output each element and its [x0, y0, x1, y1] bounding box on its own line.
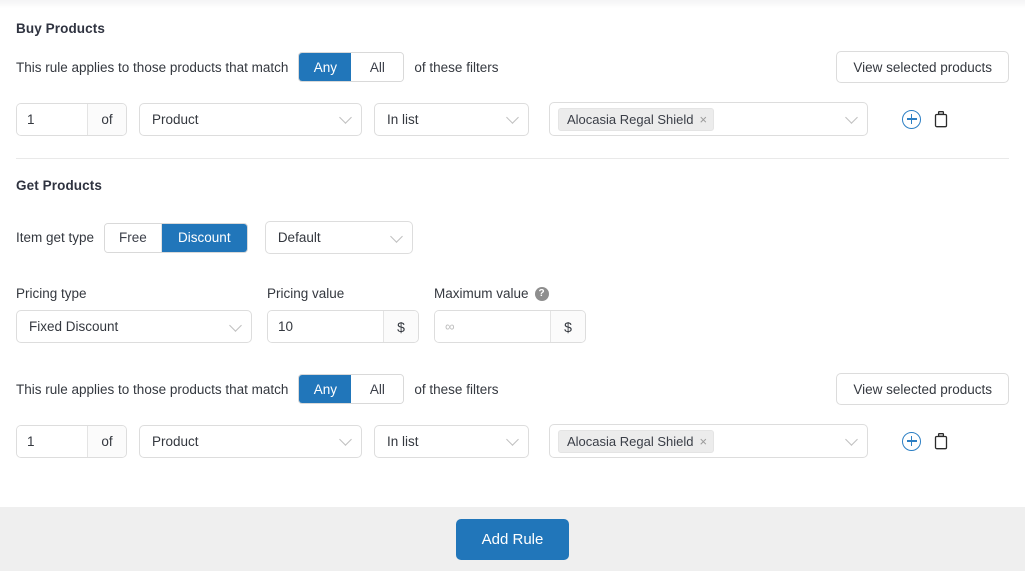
get-entity-select[interactable]: Product [139, 424, 362, 458]
get-products-heading: Get Products [16, 178, 102, 193]
item-get-type-free[interactable]: Free [105, 223, 161, 252]
buy-view-selected-products-button[interactable]: View selected products [836, 51, 1009, 83]
add-rule-button[interactable]: Add Rule [455, 518, 570, 560]
item-get-type-toggle[interactable]: Free Discount [104, 222, 248, 253]
pricing-value-currency-suffix: $ [383, 311, 418, 342]
chevron-down-icon [845, 433, 858, 446]
pricing-type-select-value: Fixed Discount [29, 319, 119, 334]
get-product-tag-label: Alocasia Regal Shield [567, 433, 694, 449]
buy-match-bar: This rule applies to those products that… [16, 51, 1009, 83]
item-get-type-label: Item get type [16, 230, 95, 245]
get-match-toggle-any[interactable]: Any [299, 375, 352, 403]
buy-product-tag-label: Alocasia Regal Shield [567, 111, 694, 127]
chevron-down-icon [845, 111, 858, 124]
maximum-value-currency-suffix: $ [550, 311, 585, 342]
get-entity-select-value: Product [152, 433, 199, 449]
get-match-prefix-label: This rule applies to those products that… [16, 381, 289, 397]
buy-match-row: This rule applies to those products that… [16, 52, 498, 82]
pricing-value-label: Pricing value [267, 286, 345, 301]
pricing-value-input[interactable] [268, 311, 383, 342]
pricing-type-field: Pricing type Fixed Discount [16, 286, 252, 343]
pricing-type-label: Pricing type [16, 286, 87, 301]
get-match-bar: This rule applies to those products that… [16, 373, 1009, 405]
buy-entity-select[interactable]: Product [139, 102, 362, 136]
chevron-down-icon [339, 111, 352, 124]
buy-match-toggle[interactable]: Any All [298, 52, 405, 82]
pricing-value-group[interactable]: $ [267, 310, 419, 343]
maximum-value-label: Maximum value [434, 286, 529, 301]
get-match-toggle-all[interactable]: All [351, 375, 404, 403]
buy-quantity-input[interactable] [17, 103, 87, 135]
pricing-fields-row: Pricing type Fixed Discount Pricing valu… [16, 286, 1009, 343]
maximum-value-group[interactable]: $ [434, 310, 586, 343]
buy-operator-select-value: In list [387, 111, 419, 127]
item-get-type-row: Item get type Free Discount Default [16, 221, 1009, 254]
get-products-section: Get Products Item get type Free Discount… [0, 178, 1025, 458]
footer-bar: Add Rule [0, 507, 1025, 571]
get-mode-select-value: Default [277, 230, 321, 245]
get-match-row: This rule applies to those products that… [16, 374, 498, 404]
buy-filter-row: of Product In list Alocasia Regal Shield… [16, 102, 1009, 136]
get-add-filter-icon[interactable] [902, 431, 921, 451]
item-get-type-discount[interactable]: Discount [160, 223, 247, 252]
buy-match-toggle-any[interactable]: Any [299, 53, 352, 81]
buy-delete-filter-icon[interactable] [933, 110, 949, 128]
buy-quantity-of-label: of [87, 103, 126, 135]
section-divider [16, 158, 1009, 159]
chevron-down-icon [229, 318, 242, 332]
get-delete-filter-icon[interactable] [933, 432, 949, 450]
pricing-type-select[interactable]: Fixed Discount [16, 310, 252, 343]
get-match-toggle[interactable]: Any All [298, 374, 405, 404]
buy-match-suffix-label: of these filters [414, 59, 499, 75]
buy-product-tags-select[interactable]: Alocasia Regal Shield × [549, 102, 868, 136]
buy-match-toggle-all[interactable]: All [351, 53, 404, 81]
buy-operator-select[interactable]: In list [374, 102, 529, 136]
buy-match-prefix-label: This rule applies to those products that… [16, 59, 289, 75]
get-product-tag-chip[interactable]: Alocasia Regal Shield × [558, 429, 715, 453]
get-quantity-of-label: of [87, 425, 126, 457]
maximum-value-field: Maximum value ? $ [434, 286, 586, 343]
buy-quantity-group[interactable]: of [16, 102, 127, 136]
get-product-tag-remove-icon[interactable]: × [699, 435, 707, 448]
get-operator-select[interactable]: In list [374, 424, 529, 458]
buy-add-filter-icon[interactable] [902, 109, 921, 129]
top-strip [0, 0, 1025, 8]
get-match-suffix-label: of these filters [414, 381, 499, 397]
buy-product-tag-remove-icon[interactable]: × [699, 113, 707, 126]
pricing-value-field: Pricing value $ [267, 286, 419, 343]
maximum-value-input[interactable] [435, 311, 550, 342]
buy-products-section: Buy Products This rule applies to those … [0, 21, 1025, 159]
get-quantity-input[interactable] [17, 425, 87, 457]
get-view-selected-products-button[interactable]: View selected products [836, 373, 1009, 405]
get-mode-select[interactable]: Default [264, 221, 413, 254]
get-quantity-group[interactable]: of [16, 424, 127, 458]
buy-products-heading: Buy Products [16, 21, 105, 36]
rule-editor-page: Buy Products This rule applies to those … [0, 0, 1025, 571]
get-operator-select-value: In list [387, 433, 419, 449]
chevron-down-icon [506, 111, 519, 124]
get-product-tags-select[interactable]: Alocasia Regal Shield × [549, 424, 868, 458]
buy-entity-select-value: Product [152, 111, 199, 127]
content-area: Buy Products This rule applies to those … [0, 8, 1025, 458]
chevron-down-icon [339, 433, 352, 446]
chevron-down-icon [506, 433, 519, 446]
chevron-down-icon [389, 229, 403, 243]
buy-product-tag-chip[interactable]: Alocasia Regal Shield × [558, 107, 715, 131]
help-icon[interactable]: ? [534, 286, 549, 301]
maximum-value-label-row: Maximum value ? [434, 286, 586, 301]
get-filter-row: of Product In list Alocasia Regal Shield… [16, 424, 1009, 458]
